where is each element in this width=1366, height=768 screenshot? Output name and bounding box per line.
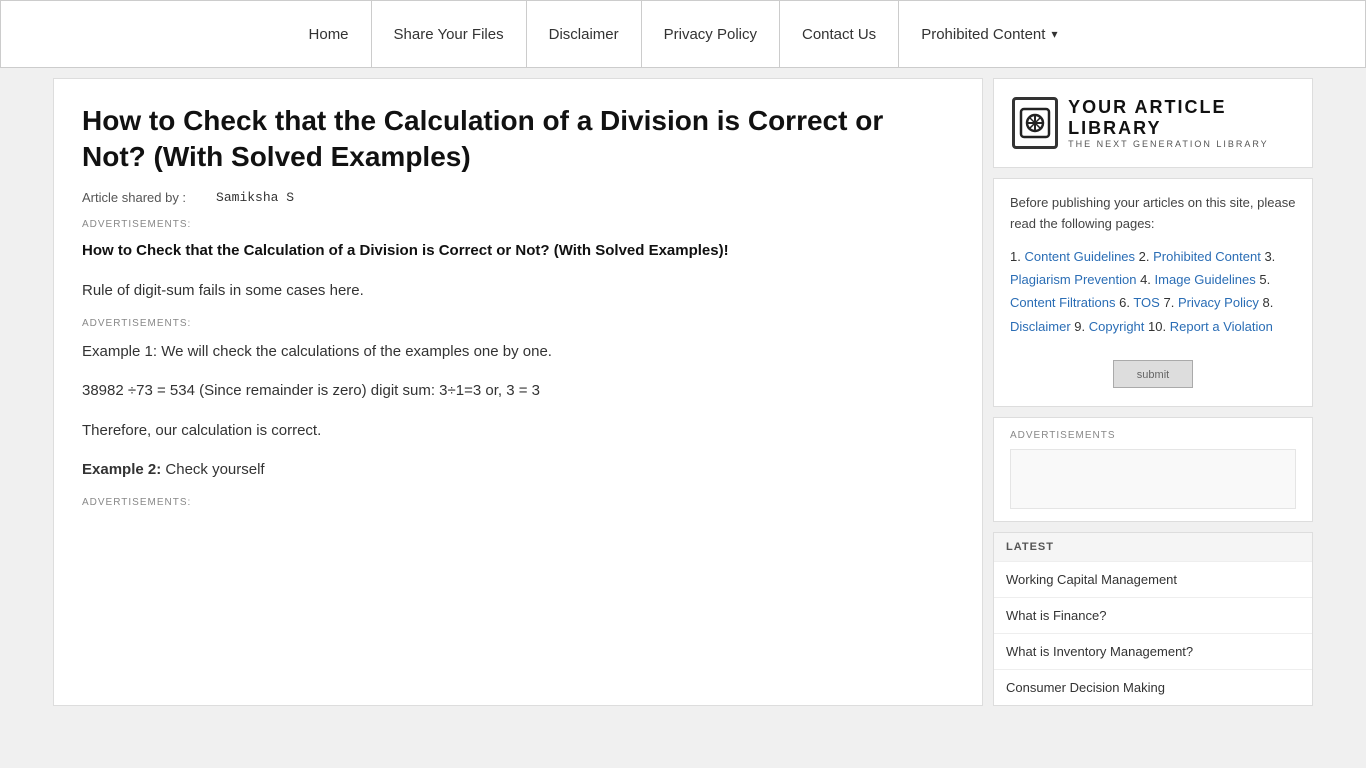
article-byline: Article shared by : Samiksha S [82,190,954,205]
logo-title: Your Article Library [1068,97,1294,139]
link-num-5: 5. [1259,272,1270,287]
body-p2: Example 1: We will check the calculation… [82,339,954,365]
article-title: How to Check that the Calculation of a D… [82,103,954,176]
link-privacy-policy[interactable]: Privacy Policy [1178,295,1259,310]
logo-icon [1012,97,1058,149]
latest-label: LATEST [994,533,1312,562]
link-num-8: 8. [1262,295,1273,310]
ads-box: ADVERTISEMENTS [993,417,1313,522]
author-name: Samiksha S [216,190,294,205]
link-num-1: 1. [1010,249,1024,264]
example2-label: Example 2: [82,461,161,478]
ads-content-area [1010,449,1296,509]
ads-label-3: ADVERTISEMENTS: [82,497,954,508]
link-copyright[interactable]: Copyright [1089,319,1145,334]
link-disclaimer[interactable]: Disclaimer [1010,319,1071,334]
info-intro: Before publishing your articles on this … [1010,193,1296,235]
nav-prohibited-label: Prohibited Content [921,26,1045,43]
nav-item-home[interactable]: Home [287,1,371,67]
logo-subtitle: The Next Generation Library [1068,139,1294,149]
link-content-guidelines[interactable]: Content Guidelines [1024,249,1135,264]
nav-item-contact-us[interactable]: Contact Us [779,1,898,67]
logo-text-block: Your Article Library The Next Generation… [1068,97,1294,149]
link-report-violation[interactable]: Report a Violation [1170,319,1273,334]
link-num-6: 6. [1119,295,1133,310]
byline-label: Article shared by : [82,190,186,205]
submit-image: submit [1113,360,1193,388]
latest-item-2[interactable]: What is Inventory Management? [994,634,1312,670]
link-tos[interactable]: TOS [1133,295,1160,310]
ads-label-1: ADVERTISEMENTS: [82,219,954,230]
link-content-filtrations[interactable]: Content Filtrations [1010,295,1116,310]
link-num-7: 7. [1163,295,1177,310]
main-nav: Home Share Your Files Disclaimer Privacy… [0,0,1366,68]
article-body: Rule of digit-sum fails in some cases he… [82,278,954,508]
body-p1: Rule of digit-sum fails in some cases he… [82,278,954,304]
body-p3: 38982 ÷73 = 534 (Since remainder is zero… [82,378,954,404]
link-num-10: 10. [1148,319,1170,334]
body-example2: Example 2: Check yourself [82,457,954,483]
info-box: Before publishing your articles on this … [993,178,1313,407]
article-container: How to Check that the Calculation of a D… [53,78,983,706]
example2-text-val: Check yourself [165,461,264,478]
article-subtitle: How to Check that the Calculation of a D… [82,240,954,263]
nav-item-privacy-policy[interactable]: Privacy Policy [641,1,779,67]
link-plagiarism[interactable]: Plagiarism Prevention [1010,272,1136,287]
nav-item-disclaimer[interactable]: Disclaimer [526,1,641,67]
nav-item-share-files[interactable]: Share Your Files [371,1,526,67]
link-num-3: 3. [1264,249,1275,264]
latest-box: LATEST Working Capital Management What i… [993,532,1313,706]
page-wrapper: How to Check that the Calculation of a D… [43,68,1323,716]
latest-item-3[interactable]: Consumer Decision Making [994,670,1312,705]
ads-label-2: ADVERTISEMENTS: [82,318,954,329]
sidebar: Your Article Library The Next Generation… [993,78,1313,706]
link-num-4: 4. [1140,272,1154,287]
latest-item-0[interactable]: Working Capital Management [994,562,1312,598]
ads-box-label: ADVERTISEMENTS [1010,430,1296,441]
link-prohibited-content[interactable]: Prohibited Content [1153,249,1261,264]
logo-inner: Your Article Library The Next Generation… [1012,97,1294,149]
logo-box: Your Article Library The Next Generation… [993,78,1313,168]
link-num-2: 2. [1139,249,1153,264]
link-num-9: 9. [1074,319,1088,334]
body-p4: Therefore, our calculation is correct. [82,418,954,444]
dropdown-arrow-icon: ▾ [1051,27,1057,41]
link-image-guidelines[interactable]: Image Guidelines [1155,272,1256,287]
latest-item-1[interactable]: What is Finance? [994,598,1312,634]
nav-item-prohibited-content[interactable]: Prohibited Content ▾ [898,1,1079,67]
info-links: 1. Content Guidelines 2. Prohibited Cont… [1010,245,1296,339]
